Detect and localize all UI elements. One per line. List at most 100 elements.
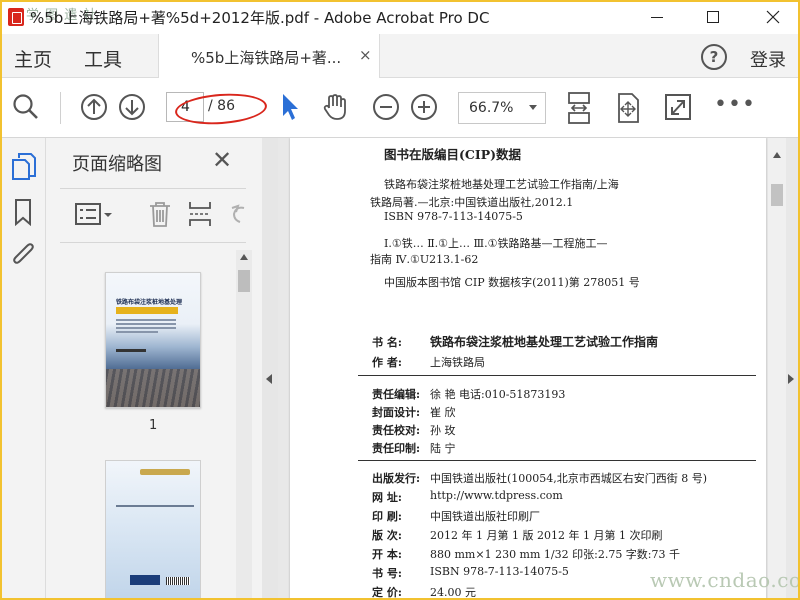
help-icon[interactable]: ? [701, 44, 727, 70]
thumbnails-scrollbar[interactable] [236, 250, 252, 600]
thumbnail-page-label: 1 [149, 418, 158, 433]
cover-band [116, 307, 178, 314]
cip-line: 中国版本图书馆 CIP 数据核字(2011)第 278051 号 [384, 276, 640, 289]
thumbnails-title: 页面缩略图 [72, 154, 162, 175]
bookmarks-button[interactable] [11, 198, 37, 230]
credit-label: 责任校对: [372, 424, 421, 437]
publish-value: http://www.tdpress.com [430, 489, 563, 502]
rotate-view-button[interactable] [614, 92, 642, 124]
cip-line: Ⅰ.①铁… Ⅱ.①上… Ⅲ.①铁路路基—工程施工— [384, 237, 608, 250]
next-page-button[interactable] [118, 92, 146, 122]
document-scrollbar[interactable] [768, 138, 786, 600]
watermark: www.cndao.com [650, 568, 800, 592]
tab-tools[interactable]: 工具 [84, 45, 122, 72]
pane-divider [60, 188, 246, 189]
scroll-up-arrow-icon[interactable] [240, 254, 248, 260]
credit-label: 责任编辑: [372, 388, 421, 401]
book-title-value: 铁路布袋注浆桩地基处理工艺试验工作指南 [430, 335, 659, 349]
rotate-pages-button[interactable] [226, 200, 250, 232]
credit-label: 封面设计: [372, 406, 421, 419]
zoom-out-icon [373, 94, 399, 120]
zoom-out-button[interactable] [372, 92, 400, 122]
publish-value: 880 mm×1 230 mm 1/32 印张:2.75 字数:73 千 [430, 548, 681, 561]
close-pane-button[interactable]: ✕ [212, 146, 232, 174]
tab-close-button[interactable]: × [359, 46, 372, 64]
pointer-arrow-icon [283, 94, 298, 120]
navigation-rail [0, 138, 46, 600]
cip-line: 指南 Ⅳ.①U213.1-62 [370, 253, 479, 266]
scroll-up-arrow-icon[interactable] [773, 152, 781, 158]
search-button[interactable] [12, 92, 40, 122]
page-rule [358, 460, 756, 461]
split-page-icon [189, 202, 211, 226]
publish-value: 中国铁道出版社印刷厂 [430, 510, 540, 523]
cip-line: 铁路布袋注浆桩地基处理工艺试验工作指南/上海 [384, 178, 619, 191]
publish-label: 定 价: [372, 586, 402, 599]
zoom-level-select[interactable]: 66.7% [458, 92, 546, 124]
previous-page-button[interactable] [80, 92, 108, 122]
publish-value: ISBN 978-7-113-14075-5 [430, 565, 569, 578]
title-bar: 学 图 遗 社 %5b上海铁路局+著%5d+2012年版.pdf - Adobe… [0, 0, 800, 34]
toolbar: 4 / 86 66.7% ••• [0, 78, 800, 138]
pane-splitter[interactable] [262, 138, 278, 600]
full-screen-button[interactable] [664, 92, 692, 122]
publish-label: 网 址: [372, 491, 402, 504]
collapse-left-arrow-icon[interactable] [266, 374, 272, 384]
publish-label: 出版发行: [372, 472, 421, 485]
search-icon [13, 94, 38, 119]
scrollbar-thumb[interactable] [238, 270, 250, 292]
more-tools-button[interactable]: ••• [714, 92, 756, 117]
document-viewer: 图书在版编目(CIP)数据 铁路布袋注浆桩地基处理工艺试验工作指南/上海 铁路局… [278, 138, 800, 600]
book-author-label: 作 者: [372, 356, 402, 369]
hand-tool-button[interactable] [320, 92, 350, 122]
cover-railway-image [106, 369, 200, 407]
toolbar-separator [60, 92, 61, 124]
maximize-button[interactable] [690, 0, 736, 34]
delete-pages-button[interactable] [146, 200, 174, 232]
tab-home[interactable]: 主页 [14, 45, 52, 72]
page-display-button[interactable] [566, 92, 592, 124]
cip-title: 图书在版编目(CIP)数据 [384, 147, 522, 162]
maximize-icon [707, 11, 719, 23]
page-thumbnails-icon [12, 153, 36, 180]
attachments-button[interactable] [11, 242, 37, 274]
zoom-in-icon [411, 94, 437, 120]
publish-label: 开 本: [372, 548, 402, 561]
minimize-icon [651, 16, 663, 18]
arrow-down-circle-icon [119, 94, 145, 120]
book-title-label: 书 名: [372, 336, 402, 349]
expand-right-arrow-icon[interactable] [788, 374, 794, 384]
split-pages-button[interactable] [186, 200, 214, 232]
page-thumbnails-button[interactable] [11, 152, 37, 184]
chevron-down-icon [529, 105, 537, 110]
tab-document[interactable]: %5b上海铁路局+著... × [158, 34, 380, 79]
credit-label: 责任印制: [372, 442, 421, 455]
rotate-icon [231, 204, 245, 223]
tab-bar: 主页 工具 %5b上海铁路局+著... × ? 登录 [0, 34, 800, 79]
paperclip-icon [13, 243, 34, 264]
pane-divider [60, 242, 246, 243]
thumbnail-page-1[interactable]: 铁路布袋注浆桩地基处理 [105, 272, 201, 408]
zoom-level-value: 66.7% [469, 100, 514, 116]
scrollbar-thumb[interactable] [771, 184, 783, 206]
trash-icon [150, 202, 170, 227]
publish-label: 书 号: [372, 567, 402, 580]
zoom-in-button[interactable] [410, 92, 438, 122]
publish-value: 中国铁道出版社(100054,北京市西城区右安门西街 8 号) [430, 472, 708, 485]
arrow-up-circle-icon [81, 94, 107, 120]
publish-value: 24.00 元 [430, 586, 476, 599]
thumbnails-pane: 页面缩略图 ✕ 铁路布袋注浆桩地基处理 1 [46, 138, 262, 600]
thumbnail-page-2[interactable] [105, 460, 201, 600]
hand-icon [323, 94, 346, 120]
publish-label: 印 刷: [372, 510, 402, 523]
window-title: %5b上海铁路局+著%5d+2012年版.pdf - Adobe Acrobat… [30, 9, 490, 27]
back-cover-logo [130, 575, 160, 585]
close-window-button[interactable] [750, 0, 796, 34]
minimize-button[interactable] [634, 0, 680, 34]
login-button[interactable]: 登录 [750, 46, 786, 72]
credit-value: 孙 玫 [430, 424, 456, 437]
cip-line: 铁路局著.—北京:中国铁道出版社,2012.1 [370, 196, 574, 209]
select-tool-button[interactable] [280, 92, 300, 122]
options-menu-icon [75, 203, 112, 225]
thumbnail-options-button[interactable] [74, 200, 114, 232]
